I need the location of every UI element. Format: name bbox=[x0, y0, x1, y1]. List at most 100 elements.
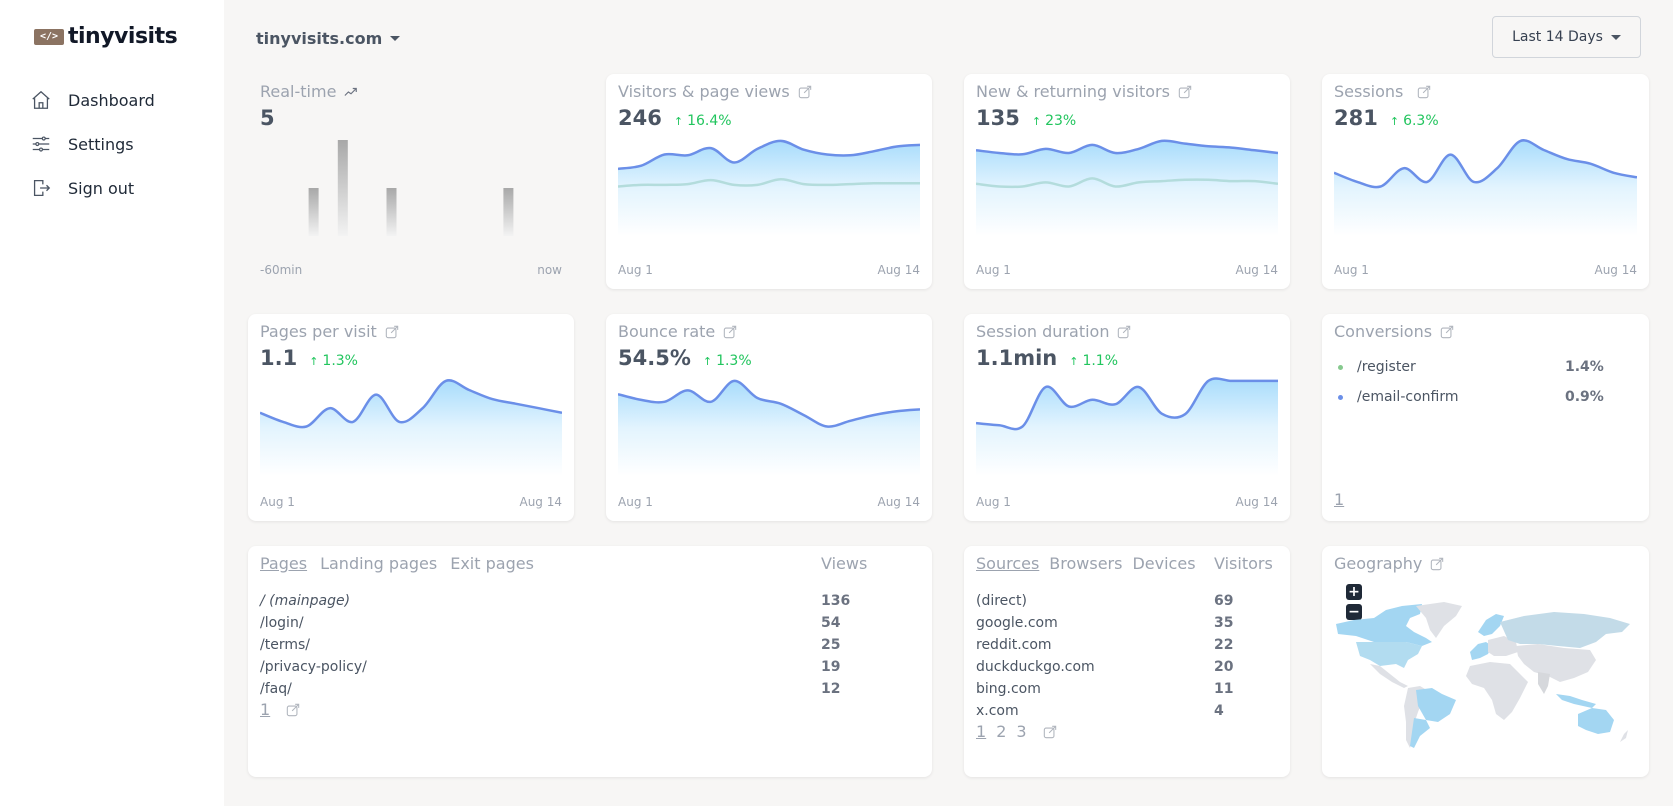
visitors-column-header: Visitors bbox=[1214, 554, 1273, 573]
table-row[interactable]: reddit.com 22 bbox=[976, 634, 1233, 656]
external-link-icon[interactable] bbox=[1117, 325, 1131, 339]
sidebar-item-dashboard[interactable]: Dashboard bbox=[30, 78, 155, 122]
table-row[interactable]: google.com 35 bbox=[976, 612, 1233, 634]
map-region-brazil[interactable] bbox=[1416, 688, 1456, 722]
external-link-icon[interactable] bbox=[1178, 85, 1192, 99]
source-name[interactable]: google.com bbox=[976, 615, 1058, 631]
map-region-new-zealand[interactable] bbox=[1620, 730, 1628, 742]
page-link[interactable]: 1 bbox=[260, 700, 270, 719]
map-region-indonesia[interactable] bbox=[1556, 694, 1596, 708]
site-selector[interactable]: tinyvisits.com bbox=[256, 29, 401, 48]
external-link-icon[interactable] bbox=[286, 703, 300, 717]
pages-per-visit-value: 1.1 bbox=[260, 346, 298, 370]
new-returning-title: New & returning visitors bbox=[976, 82, 1170, 101]
map-zoom-in-button[interactable]: + bbox=[1346, 584, 1362, 600]
realtime-bar bbox=[337, 140, 348, 236]
map-region-australia[interactable] bbox=[1578, 708, 1614, 734]
realtime-bar bbox=[503, 188, 514, 236]
page-link[interactable]: 1 bbox=[976, 722, 986, 741]
bounce-rate-value: 54.5% bbox=[618, 346, 691, 370]
external-link-icon[interactable] bbox=[798, 85, 812, 99]
card-title: Visitors & page views bbox=[618, 82, 812, 101]
map-region-canada[interactable] bbox=[1336, 604, 1432, 646]
arrow-up-icon: ↑ bbox=[1389, 115, 1400, 128]
arrow-up-icon: ↑ bbox=[673, 115, 684, 128]
bounce-rate-change: ↑ 1.3% bbox=[703, 353, 752, 369]
map-region-greenland[interactable] bbox=[1416, 602, 1462, 638]
external-link-icon[interactable] bbox=[1430, 557, 1444, 571]
page-path[interactable]: /login/ bbox=[260, 615, 304, 631]
external-link-icon[interactable] bbox=[1043, 725, 1057, 739]
map-region-russia[interactable] bbox=[1500, 612, 1630, 648]
logo[interactable]: </> tinyvisits bbox=[34, 24, 178, 49]
realtime-bar bbox=[386, 188, 397, 236]
map-region-usa[interactable] bbox=[1356, 642, 1422, 668]
tab-exit-pages[interactable]: Exit pages bbox=[450, 554, 534, 573]
table-row[interactable]: /login/54 bbox=[260, 612, 840, 634]
sidebar-item-sign-out[interactable]: Sign out bbox=[30, 166, 155, 210]
table-row[interactable]: /terms/25 bbox=[260, 634, 840, 656]
tab-sources[interactable]: Sources bbox=[976, 554, 1039, 573]
tab-browsers[interactable]: Browsers bbox=[1049, 554, 1122, 573]
list-item[interactable]: /register 1.4% bbox=[1334, 352, 1634, 382]
axis-start-label: Aug 1 bbox=[976, 495, 1011, 509]
sidebar-item-settings[interactable]: Settings bbox=[30, 122, 155, 166]
map-region-africa[interactable] bbox=[1466, 662, 1528, 720]
trending-up-icon[interactable] bbox=[344, 85, 358, 99]
realtime-title: Real-time bbox=[260, 82, 337, 101]
pages-table: / (mainpage) 136 /login/54 /terms/25 /pri… bbox=[260, 590, 850, 700]
metric: 1.1min ↑ 1.1% bbox=[976, 346, 1118, 370]
axis-end-label: Aug 14 bbox=[877, 495, 920, 509]
table-row[interactable]: bing.com 11 bbox=[976, 678, 1233, 700]
source-name[interactable]: (direct) bbox=[976, 593, 1027, 609]
map-region-asia[interactable] bbox=[1516, 644, 1596, 682]
date-range-dropdown[interactable]: Last 14 Days bbox=[1492, 16, 1641, 58]
table-row[interactable]: /faq/12 bbox=[260, 678, 840, 700]
map-region-mexico[interactable] bbox=[1370, 664, 1408, 688]
metric: 1.1 ↑ 1.3% bbox=[260, 346, 358, 370]
table-row[interactable]: /privacy-policy/19 bbox=[260, 656, 840, 678]
table-row[interactable]: x.com 4 bbox=[976, 700, 1224, 722]
axis-start-label: Aug 1 bbox=[618, 495, 653, 509]
visitors-chart bbox=[618, 139, 920, 236]
tab-pages[interactable]: Pages bbox=[260, 554, 307, 573]
external-link-icon[interactable] bbox=[1417, 85, 1431, 99]
external-link-icon[interactable] bbox=[723, 325, 737, 339]
page-link[interactable]: 1 bbox=[1334, 490, 1344, 509]
sessions-card: Sessions 281 ↑ 6.3% Aug 1 Aug 14 bbox=[1322, 74, 1649, 289]
new-returning-card: New & returning visitors 135 ↑ 23% Aug 1 A… bbox=[964, 74, 1290, 289]
chevron-down-icon bbox=[390, 36, 401, 41]
card-title: Conversions bbox=[1334, 322, 1454, 341]
metric: 246 ↑ 16.4% bbox=[618, 106, 732, 130]
session-duration-title: Session duration bbox=[976, 322, 1110, 341]
page-path[interactable]: / (mainpage) bbox=[260, 593, 350, 609]
page-path[interactable]: /faq/ bbox=[260, 681, 292, 697]
source-name[interactable]: duckduckgo.com bbox=[976, 659, 1095, 675]
source-name[interactable]: x.com bbox=[976, 703, 1019, 719]
external-link-icon[interactable] bbox=[1440, 325, 1454, 339]
page-link[interactable]: 2 bbox=[996, 722, 1006, 741]
sessions-chart bbox=[1334, 139, 1637, 236]
table-row[interactable]: duckduckgo.com 20 bbox=[976, 656, 1233, 678]
source-name[interactable]: bing.com bbox=[976, 681, 1041, 697]
map-region-india[interactable] bbox=[1538, 672, 1550, 694]
list-item[interactable]: /email-confirm 0.9% bbox=[1334, 382, 1634, 412]
map-region-scandinavia[interactable] bbox=[1478, 614, 1504, 636]
tab-devices[interactable]: Devices bbox=[1132, 554, 1195, 573]
page-path[interactable]: /terms/ bbox=[260, 637, 310, 653]
arrow-up-icon: ↑ bbox=[309, 355, 319, 368]
page-link[interactable]: 3 bbox=[1016, 722, 1026, 741]
pages-card: Pages Landing pages Exit pages Views / (… bbox=[248, 546, 932, 777]
world-map[interactable] bbox=[1334, 602, 1634, 752]
area-fill bbox=[618, 380, 920, 476]
pages-per-visit-title: Pages per visit bbox=[260, 322, 377, 341]
axis-start-label: Aug 1 bbox=[976, 263, 1011, 277]
source-name[interactable]: reddit.com bbox=[976, 637, 1052, 653]
page-path[interactable]: /privacy-policy/ bbox=[260, 659, 367, 675]
realtime-card: Real-time 5 -60min now bbox=[248, 74, 574, 289]
table-row[interactable]: / (mainpage) 136 bbox=[260, 590, 850, 612]
table-row[interactable]: (direct) 69 bbox=[976, 590, 1233, 612]
external-link-icon[interactable] bbox=[385, 325, 399, 339]
tab-landing-pages[interactable]: Landing pages bbox=[320, 554, 437, 573]
visitors-card: Visitors & page views 246 ↑ 16.4% Aug 1 Au… bbox=[606, 74, 932, 289]
